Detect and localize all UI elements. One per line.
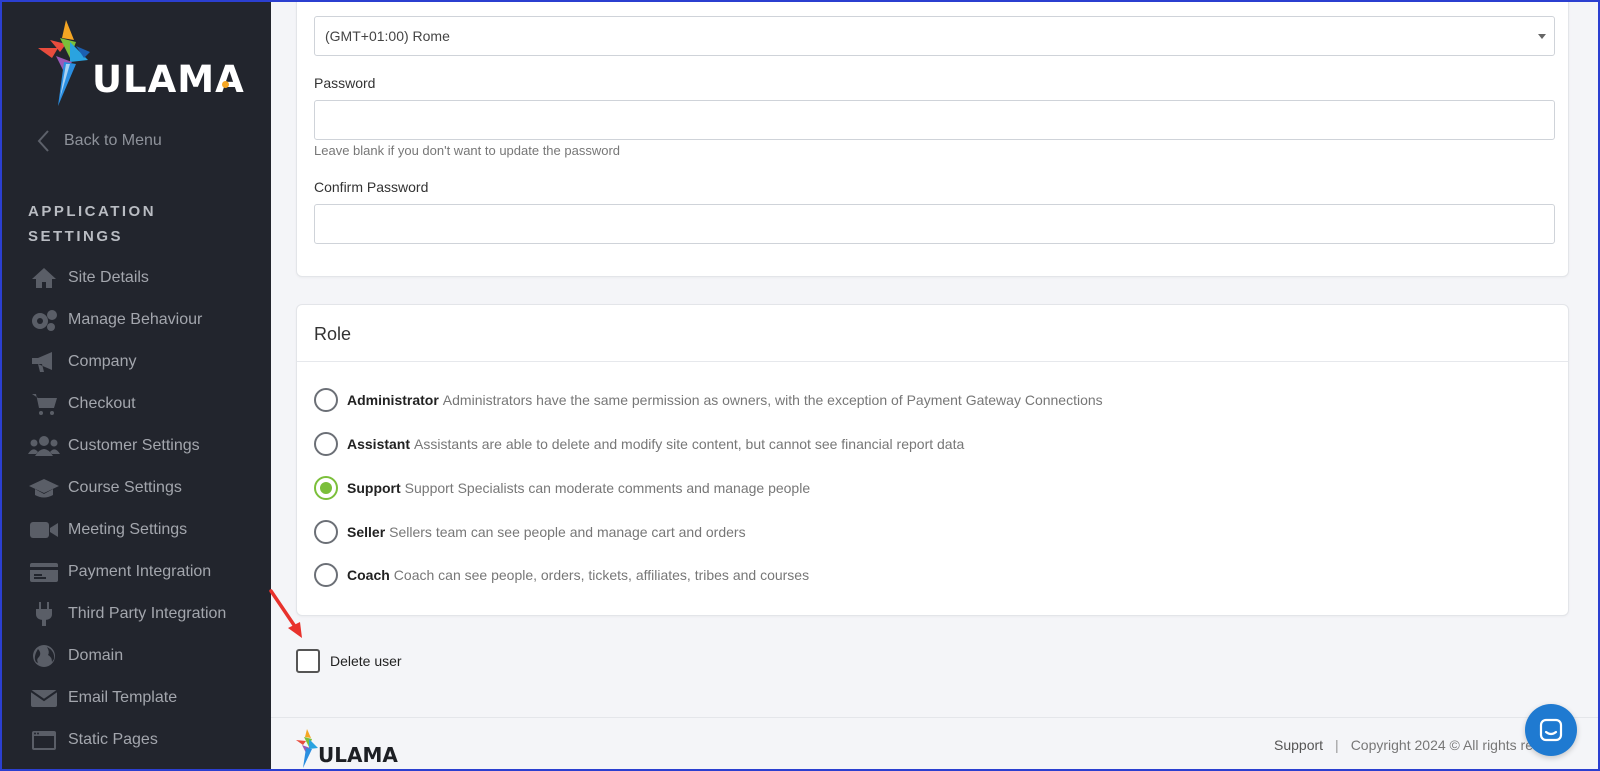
sidebar-item-label: Email Template bbox=[68, 689, 178, 706]
window-icon bbox=[28, 727, 60, 753]
plug-icon bbox=[28, 601, 60, 627]
sidebar-item-manage-behaviour[interactable]: Manage Behaviour bbox=[28, 299, 268, 341]
home-icon bbox=[28, 265, 60, 291]
gears-icon bbox=[28, 307, 60, 333]
sidebar-item-label: Domain bbox=[68, 647, 124, 664]
confirm-password-input[interactable] bbox=[314, 204, 1555, 244]
role-name: Support bbox=[347, 480, 401, 496]
sidebar-item-label: Customer Settings bbox=[68, 437, 200, 454]
footer-support-link[interactable]: Support bbox=[1274, 737, 1323, 753]
sidebar-item-site-details[interactable]: Site Details bbox=[28, 257, 268, 299]
role-title: Role bbox=[314, 324, 352, 344]
back-to-menu-label: Back to Menu bbox=[64, 132, 162, 149]
sidebar-item-label: Course Settings bbox=[68, 479, 182, 496]
radio-button[interactable] bbox=[314, 520, 338, 544]
timezone-select[interactable]: (GMT+01:00) Rome bbox=[314, 16, 1555, 56]
graduation-cap-icon bbox=[28, 475, 60, 501]
password-label: Password bbox=[314, 75, 376, 91]
caret-down-icon bbox=[1538, 34, 1546, 39]
sidebar-item-meeting-settings[interactable]: Meeting Settings bbox=[28, 509, 268, 551]
role-description: Sellers team can see people and manage c… bbox=[389, 524, 746, 540]
sidebar-item-label: Meeting Settings bbox=[68, 521, 188, 538]
delete-user-checkbox[interactable] bbox=[296, 649, 320, 673]
role-name: Seller bbox=[347, 524, 386, 540]
section-title: APPLICATION SETTINGS bbox=[28, 203, 157, 245]
sidebar-item-label: Checkout bbox=[68, 395, 136, 412]
sidebar-item-domain[interactable]: Domain bbox=[28, 635, 268, 677]
sidebar-item-static-pages[interactable]: Static Pages bbox=[28, 719, 268, 761]
sidebar-item-label: Site Details bbox=[68, 269, 149, 286]
sidebar-item-label: Third Party Integration bbox=[68, 605, 227, 622]
role-divider bbox=[297, 361, 1568, 362]
password-hint: Leave blank if you don't want to update … bbox=[314, 143, 621, 158]
delete-user-option[interactable]: Delete user bbox=[296, 649, 402, 673]
annotation-arrow-icon bbox=[269, 589, 302, 638]
role-card: Role Administrator Administrators have t… bbox=[296, 304, 1569, 616]
radio-button[interactable] bbox=[314, 388, 338, 412]
chat-icon bbox=[1539, 718, 1563, 742]
password-input[interactable] bbox=[314, 100, 1555, 140]
brand-name: ULAMA bbox=[92, 58, 245, 101]
role-option-seller[interactable]: Seller Sellers team can see people and m… bbox=[314, 520, 746, 544]
role-name: Administrator bbox=[347, 392, 439, 408]
footer-links: Support | Copyright 2024 © All rights re bbox=[1274, 737, 1533, 753]
megaphone-icon bbox=[28, 349, 60, 375]
brand-logo[interactable]: ULAMA bbox=[36, 18, 246, 108]
role-name: Coach bbox=[347, 567, 390, 583]
cart-icon bbox=[28, 391, 60, 417]
role-description: Coach can see people, orders, tickets, a… bbox=[393, 567, 810, 583]
radio-button[interactable] bbox=[314, 563, 338, 587]
main-content: (GMT+01:00) Rome Password Leave blank if… bbox=[271, 0, 1598, 770]
sidebar-item-label: Payment Integration bbox=[68, 563, 212, 580]
video-camera-icon bbox=[28, 517, 60, 543]
role-name: Assistant bbox=[347, 436, 411, 452]
footer-copyright: Copyright 2024 © All rights re bbox=[1350, 737, 1533, 753]
footer-separator: | bbox=[1335, 737, 1339, 753]
role-option-coach[interactable]: Coach Coach can see people, orders, tick… bbox=[314, 563, 809, 587]
credit-card-icon bbox=[28, 559, 60, 585]
sidebar-item-payment-integration[interactable]: Payment Integration bbox=[28, 551, 268, 593]
chat-launcher-button[interactable] bbox=[1525, 704, 1577, 756]
settings-nav: Site Details Manage Behaviour Company Ch… bbox=[28, 257, 268, 761]
sidebar-item-label: Company bbox=[68, 353, 137, 370]
sidebar-item-third-party-integration[interactable]: Third Party Integration bbox=[28, 593, 268, 635]
sidebar-item-customer-settings[interactable]: Customer Settings bbox=[28, 425, 268, 467]
role-option-assistant[interactable]: Assistant Assistants are able to delete … bbox=[314, 432, 964, 456]
footer-brand-name: ULAMA bbox=[318, 743, 398, 767]
role-description: Administrators have the same permission … bbox=[442, 392, 1103, 408]
globe-icon bbox=[28, 643, 60, 669]
timezone-value: (GMT+01:00) Rome bbox=[325, 28, 450, 44]
role-option-administrator[interactable]: Administrator Administrators have the sa… bbox=[314, 388, 1103, 412]
radio-button-selected[interactable] bbox=[314, 476, 338, 500]
account-card: (GMT+01:00) Rome Password Leave blank if… bbox=[296, 0, 1569, 277]
role-description: Assistants are able to delete and modify… bbox=[414, 436, 965, 452]
delete-user-label: Delete user bbox=[330, 653, 402, 669]
envelope-icon bbox=[28, 685, 60, 711]
logo-dot bbox=[222, 81, 229, 88]
sidebar-item-course-settings[interactable]: Course Settings bbox=[28, 467, 268, 509]
sidebar-item-email-template[interactable]: Email Template bbox=[28, 677, 268, 719]
sidebar-item-label: Manage Behaviour bbox=[68, 311, 203, 328]
sidebar: ULAMA Back to Menu APPLICATION SETTINGS … bbox=[2, 2, 271, 769]
sidebar-item-company[interactable]: Company bbox=[28, 341, 268, 383]
radio-button[interactable] bbox=[314, 432, 338, 456]
role-description: Support Specialists can moderate comment… bbox=[404, 480, 811, 496]
confirm-password-label: Confirm Password bbox=[314, 179, 429, 195]
role-option-support[interactable]: Support Support Specialists can moderate… bbox=[314, 476, 810, 500]
footer-divider bbox=[271, 717, 1598, 718]
back-to-menu-link[interactable]: Back to Menu bbox=[34, 129, 162, 153]
sidebar-item-label: Static Pages bbox=[68, 731, 158, 748]
users-icon bbox=[28, 433, 60, 459]
footer-logo[interactable]: ULAMA bbox=[294, 728, 404, 770]
sidebar-item-checkout[interactable]: Checkout bbox=[28, 383, 268, 425]
chevron-left-icon bbox=[37, 130, 49, 152]
